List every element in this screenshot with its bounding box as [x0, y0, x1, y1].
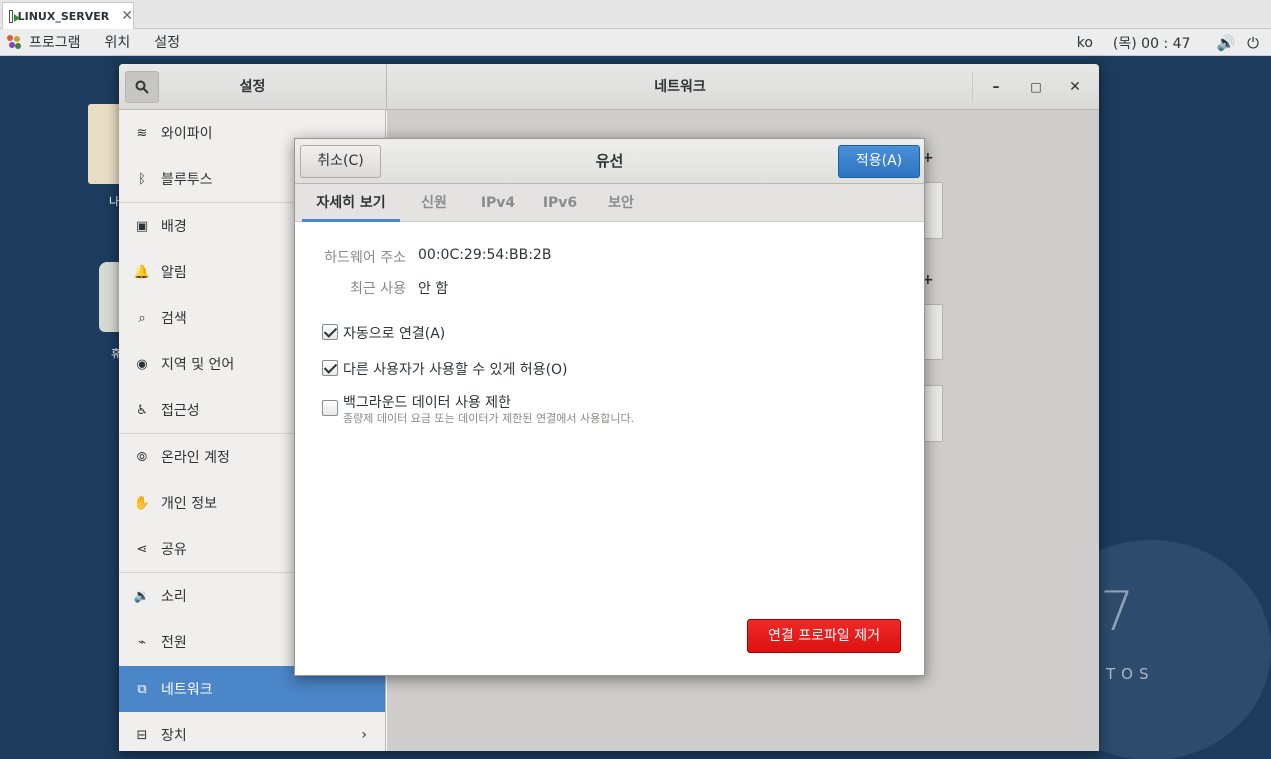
apply-button[interactable]: 적용(A) — [838, 145, 920, 178]
sidebar-item-label: 전원 — [161, 635, 187, 651]
accessibility-icon: ♿ — [136, 402, 148, 418]
vm-icon — [9, 9, 19, 23]
chevron-right-icon: › — [361, 727, 367, 743]
sidebar-item-label: 소리 — [161, 589, 187, 605]
desktop-folder-label: 나 — [109, 195, 120, 208]
sidebar-item-label: 접근성 — [161, 403, 200, 419]
bell-icon: 🔔 — [133, 264, 151, 280]
auto-connect-label[interactable]: 자동으로 연결(A) — [343, 323, 445, 343]
hardware-address-value: 00:0C:29:54:BB:2B — [418, 247, 552, 263]
sidebar-item-label: 장치 — [161, 728, 187, 744]
dialog-title: 유선 — [595, 152, 624, 170]
sidebar-item-label: 배경 — [161, 219, 187, 235]
tab-ipv6[interactable]: IPv6 — [539, 184, 581, 222]
desktop-brand-logo: 7 TOS — [1100, 580, 1149, 684]
restrict-background-label[interactable]: 백그라운드 데이터 사용 제한 — [343, 392, 511, 412]
vm-tab[interactable]: LINUX_SERVER ✕ — [2, 2, 134, 29]
input-language-indicator[interactable]: ko — [1077, 35, 1093, 51]
power-plug-icon: ⌁ — [138, 634, 146, 650]
sidebar-item-label: 공유 — [161, 542, 187, 558]
clock[interactable]: (목) 00 : 47 — [1113, 33, 1191, 53]
vm-tab-close-icon[interactable]: ✕ — [121, 8, 133, 24]
sidebar-item-label: 블루투스 — [161, 172, 213, 188]
tab-details[interactable]: 자세히 보기 — [302, 184, 400, 222]
sidebar-item-label: 와이파이 — [161, 126, 213, 142]
sidebar-item-label: 알림 — [161, 265, 187, 281]
page-title: 네트워크 — [654, 79, 706, 95]
close-button[interactable]: ✕ — [1063, 75, 1087, 99]
sidebar-item-label: 검색 — [161, 311, 187, 327]
wired-connection-dialog: 취소(C) 유선 적용(A) 자세히 보기 신원 IPv4 IPv6 보안 하드… — [294, 138, 925, 676]
tab-ipv4[interactable]: IPv4 — [477, 184, 519, 222]
sidebar-title: 설정 — [239, 79, 266, 95]
window-controls-divider — [972, 72, 973, 102]
menu-places[interactable]: 위치 — [105, 32, 131, 52]
cancel-button[interactable]: 취소(C) — [300, 145, 381, 178]
top-bar: 프로그램 위치 설정 ko (목) 00 : 47 🔊 ⏻ — [0, 29, 1271, 56]
devices-icon: ⊟ — [136, 727, 148, 743]
minimize-button[interactable]: – — [984, 75, 1008, 99]
last-used-value: 안 함 — [418, 281, 449, 297]
restrict-background-checkbox[interactable] — [322, 400, 338, 416]
search-icon — [135, 80, 149, 94]
restrict-background-description: 종량제 데이터 요금 또는 데이터가 제한된 연결에서 사용합니다. — [343, 412, 635, 425]
power-icon[interactable]: ⏻ — [1247, 34, 1259, 52]
sidebar-item-devices[interactable]: ⊟ 장치 › — [119, 712, 385, 751]
vm-tab-title: LINUX_SERVER — [17, 9, 110, 23]
applications-icon — [7, 35, 21, 49]
region-icon: ◉ — [136, 356, 148, 372]
menu-applications[interactable]: 프로그램 — [29, 32, 81, 52]
volume-icon[interactable]: 🔊 — [1216, 34, 1235, 52]
brand-number: 7 — [1100, 580, 1135, 643]
last-used-label: 최근 사용 — [350, 281, 406, 297]
share-icon: ⋖ — [136, 541, 148, 557]
background-icon: ▣ — [135, 218, 149, 234]
privacy-hand-icon: ✋ — [133, 495, 151, 511]
search-icon: ⌕ — [138, 310, 146, 326]
dialog-tabs: 자세히 보기 신원 IPv4 IPv6 보안 — [295, 184, 924, 222]
dialog-header: 취소(C) 유선 적용(A) — [295, 139, 924, 184]
wifi-icon: ≋ — [136, 125, 148, 141]
desktop-trash-icon[interactable] — [99, 262, 121, 332]
search-button[interactable] — [125, 71, 159, 103]
online-accounts-icon: ⦾ — [136, 449, 148, 465]
remove-connection-profile-button[interactable]: 연결 프로파일 제거 — [747, 619, 901, 653]
all-users-checkbox[interactable] — [322, 360, 338, 376]
auto-connect-checkbox[interactable] — [322, 324, 338, 340]
menu-settings[interactable]: 설정 — [154, 32, 180, 52]
vm-tabbar: LINUX_SERVER ✕ — [0, 0, 1271, 29]
sidebar-item-label: 네트워크 — [161, 682, 213, 698]
network-icon: ⧉ — [137, 681, 147, 697]
sidebar-item-label: 온라인 계정 — [161, 450, 230, 466]
sound-icon: 🔉 — [133, 588, 151, 604]
hardware-address-label: 하드웨어 주소 — [324, 250, 406, 266]
sidebar-item-label: 지역 및 언어 — [161, 357, 235, 373]
all-users-label[interactable]: 다른 사용자가 사용할 수 있게 허용(O) — [343, 359, 568, 379]
bluetooth-icon: ᛒ — [138, 171, 146, 187]
settings-header-bar: 설정 네트워크 – □ ✕ — [119, 64, 1099, 110]
maximize-button[interactable]: □ — [1024, 75, 1048, 99]
tab-identity[interactable]: 신원 — [413, 184, 455, 222]
brand-text: TOS — [1106, 665, 1155, 683]
sidebar-item-label: 개인 정보 — [161, 496, 217, 512]
tab-security[interactable]: 보안 — [600, 184, 642, 222]
